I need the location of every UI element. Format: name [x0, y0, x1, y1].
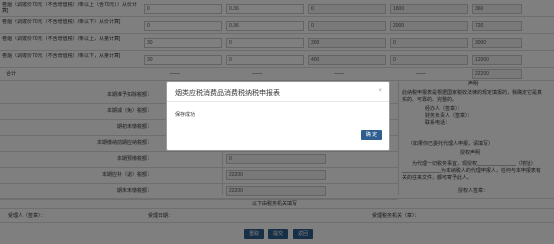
page: 卷烟（调拨价70元（不含增值税）/条以上（含70元））从价计算]00.36018…: [0, 0, 554, 244]
dialog-message: 保存成功: [175, 112, 196, 118]
save-result-dialog: 烟类应税消费品消费税纳税申报表 × 保存成功 确 定: [166, 81, 390, 151]
dialog-title: 烟类应税消费品消费税纳税申报表: [175, 90, 280, 97]
ok-button[interactable]: 确 定: [361, 130, 382, 140]
close-icon[interactable]: ×: [378, 88, 382, 94]
dialog-title-divider: [167, 101, 389, 102]
